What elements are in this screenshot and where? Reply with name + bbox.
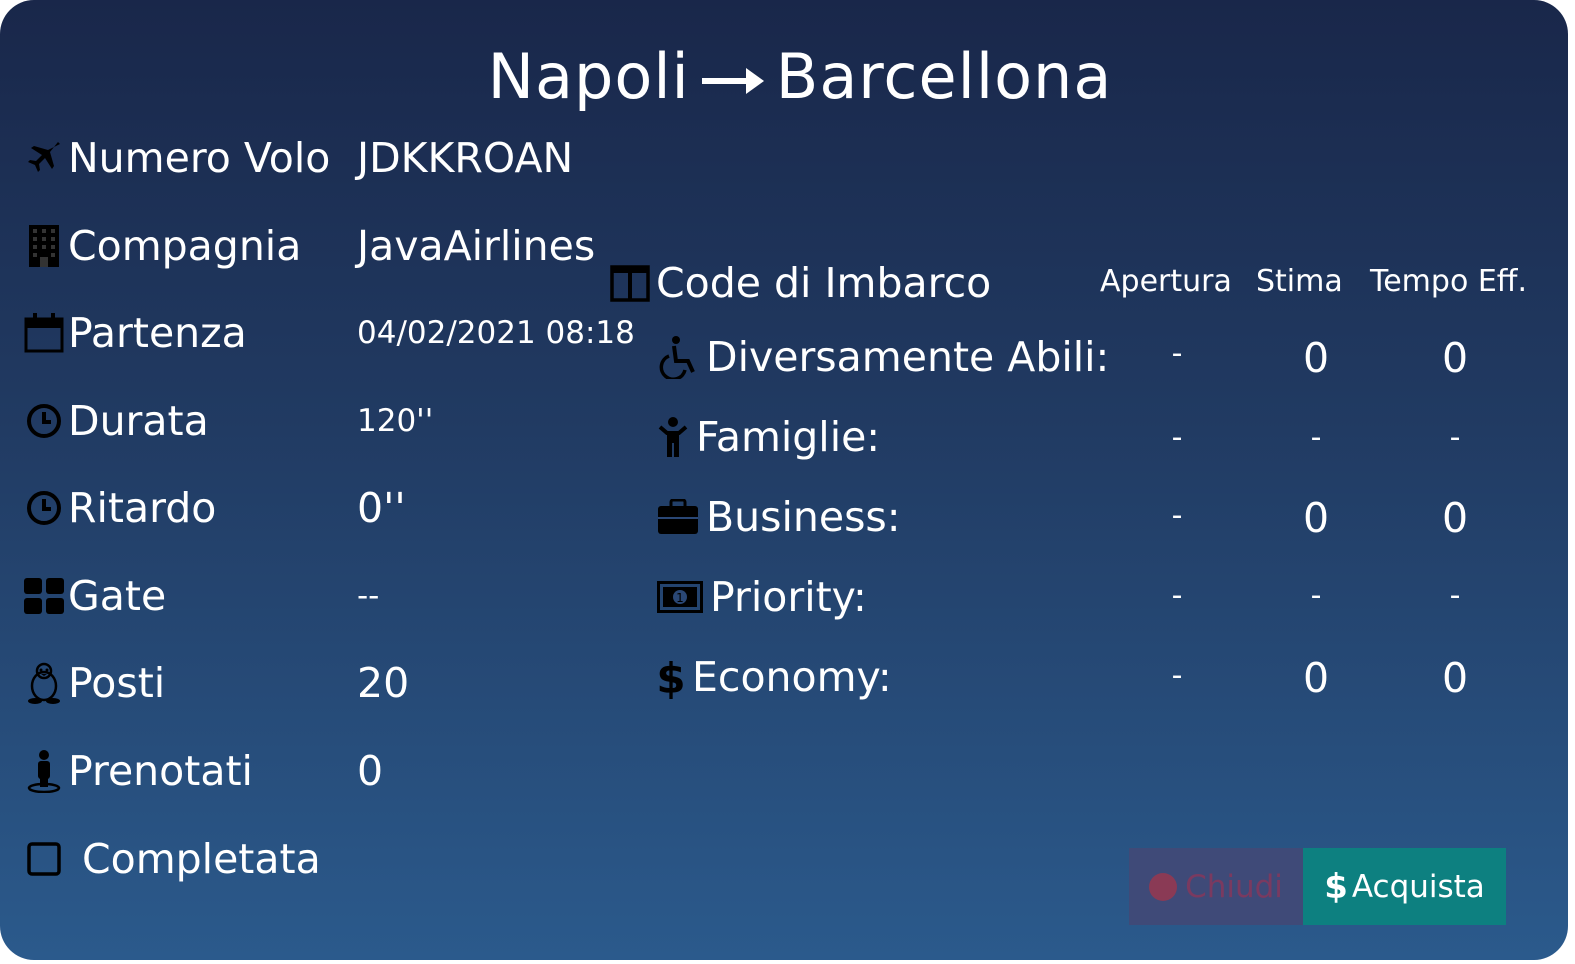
detail-label: Prenotati bbox=[68, 747, 253, 795]
queue-row-famiglie: Famiglie: bbox=[656, 410, 880, 464]
queue-row-diversamente-abili: Diversamente Abili: bbox=[656, 330, 1109, 384]
close-button[interactable]: Chiudi bbox=[1129, 848, 1303, 925]
wheelchair-icon bbox=[656, 335, 700, 379]
queue-apertura: - bbox=[1171, 336, 1183, 371]
detail-label: Partenza bbox=[68, 309, 247, 357]
detail-label: Compagnia bbox=[68, 222, 302, 270]
queue-row-economy: $ Economy: bbox=[656, 650, 892, 704]
child-icon bbox=[656, 415, 690, 459]
clock-icon bbox=[24, 401, 64, 441]
queue-row-business: Business: bbox=[656, 490, 901, 544]
queue-stima: 0 bbox=[1302, 654, 1330, 702]
buy-button[interactable]: $ Acquista bbox=[1303, 848, 1506, 925]
queue-tempo: - bbox=[1449, 420, 1461, 455]
queue-apertura: - bbox=[1171, 498, 1183, 533]
detail-label: Numero Volo bbox=[68, 134, 331, 182]
queue-tempo: 0 bbox=[1441, 334, 1469, 382]
detail-row-partenza: Partenza 04/02/2021 08:18 bbox=[24, 308, 635, 358]
columns-icon bbox=[610, 263, 650, 303]
dollar-icon: $ bbox=[656, 655, 686, 699]
detail-value: JavaAirlines bbox=[357, 222, 596, 270]
route-title: Napoli Barcellona bbox=[0, 40, 1568, 113]
queue-tempo: - bbox=[1449, 578, 1461, 613]
completata-checkbox-row[interactable]: Completata bbox=[24, 834, 321, 884]
arrow-right-icon bbox=[701, 67, 764, 94]
detail-value: 20 bbox=[357, 659, 410, 707]
detail-label: Ritardo bbox=[68, 484, 217, 532]
queue-label: Diversamente Abili: bbox=[706, 333, 1110, 381]
linux-penguin-icon bbox=[24, 662, 64, 704]
svg-text:1: 1 bbox=[676, 591, 684, 605]
money-icon: 1 bbox=[656, 575, 704, 619]
grid-icon bbox=[24, 576, 64, 616]
queue-label: Business: bbox=[706, 493, 901, 541]
close-circle-icon bbox=[1149, 872, 1178, 901]
svg-text:$: $ bbox=[658, 655, 684, 699]
person-icon bbox=[24, 750, 64, 793]
buy-button-label: Acquista bbox=[1351, 868, 1485, 905]
route-origin: Napoli bbox=[487, 40, 690, 113]
calendar-icon bbox=[24, 313, 64, 353]
detail-row-ritardo: Ritardo 0'' bbox=[24, 483, 406, 533]
detail-value: 0 bbox=[357, 747, 384, 795]
queue-apertura: - bbox=[1171, 578, 1183, 613]
flight-detail-card: Napoli Barcellona Numero Volo JDKKROAN Co… bbox=[0, 0, 1568, 960]
queue-tempo: 0 bbox=[1441, 494, 1469, 542]
queues-heading-label: Code di Imbarco bbox=[656, 259, 992, 307]
queue-stima: - bbox=[1310, 420, 1322, 455]
detail-row-gate: Gate -- bbox=[24, 571, 379, 621]
detail-row-prenotati: Prenotati 0 bbox=[24, 746, 383, 796]
detail-value: 120'' bbox=[357, 403, 434, 439]
column-header-tempo-eff: Tempo Eff. bbox=[1370, 264, 1528, 299]
queue-tempo: 0 bbox=[1441, 654, 1469, 702]
detail-value: 0'' bbox=[357, 484, 406, 532]
queue-label: Famiglie: bbox=[696, 413, 881, 461]
close-button-label: Chiudi bbox=[1185, 868, 1283, 905]
column-header-apertura: Apertura bbox=[1100, 264, 1232, 299]
checkbox-icon[interactable] bbox=[24, 839, 64, 879]
queue-stima: - bbox=[1310, 578, 1322, 613]
detail-value: JDKKROAN bbox=[357, 134, 574, 182]
queue-label: Economy: bbox=[692, 653, 892, 701]
detail-label: Posti bbox=[68, 659, 166, 707]
completata-label: Completata bbox=[82, 835, 321, 883]
route-destination: Barcellona bbox=[775, 40, 1113, 113]
queue-stima: 0 bbox=[1302, 494, 1330, 542]
detail-row-durata: Durata 120'' bbox=[24, 396, 433, 446]
briefcase-icon bbox=[656, 495, 700, 539]
detail-row-compagnia: Compagnia JavaAirlines bbox=[24, 221, 595, 271]
detail-row-posti: Posti 20 bbox=[24, 658, 409, 708]
detail-label: Gate bbox=[68, 572, 167, 620]
queue-stima: 0 bbox=[1302, 334, 1330, 382]
detail-row-numero-volo: Numero Volo JDKKROAN bbox=[24, 133, 573, 183]
queue-apertura: - bbox=[1171, 658, 1183, 693]
queue-label: Priority: bbox=[710, 573, 867, 621]
boarding-queues-heading: Code di Imbarco bbox=[610, 258, 991, 308]
dollar-icon: $ bbox=[1324, 866, 1348, 907]
plane-icon bbox=[24, 138, 64, 178]
queue-apertura: - bbox=[1171, 420, 1183, 455]
column-header-stima: Stima bbox=[1256, 264, 1343, 299]
detail-value: -- bbox=[357, 578, 380, 614]
building-icon bbox=[24, 225, 64, 267]
clock-icon bbox=[24, 488, 64, 528]
detail-value: 04/02/2021 08:18 bbox=[357, 315, 635, 351]
queue-row-priority: 1 Priority: bbox=[656, 570, 867, 624]
detail-label: Durata bbox=[68, 397, 209, 445]
